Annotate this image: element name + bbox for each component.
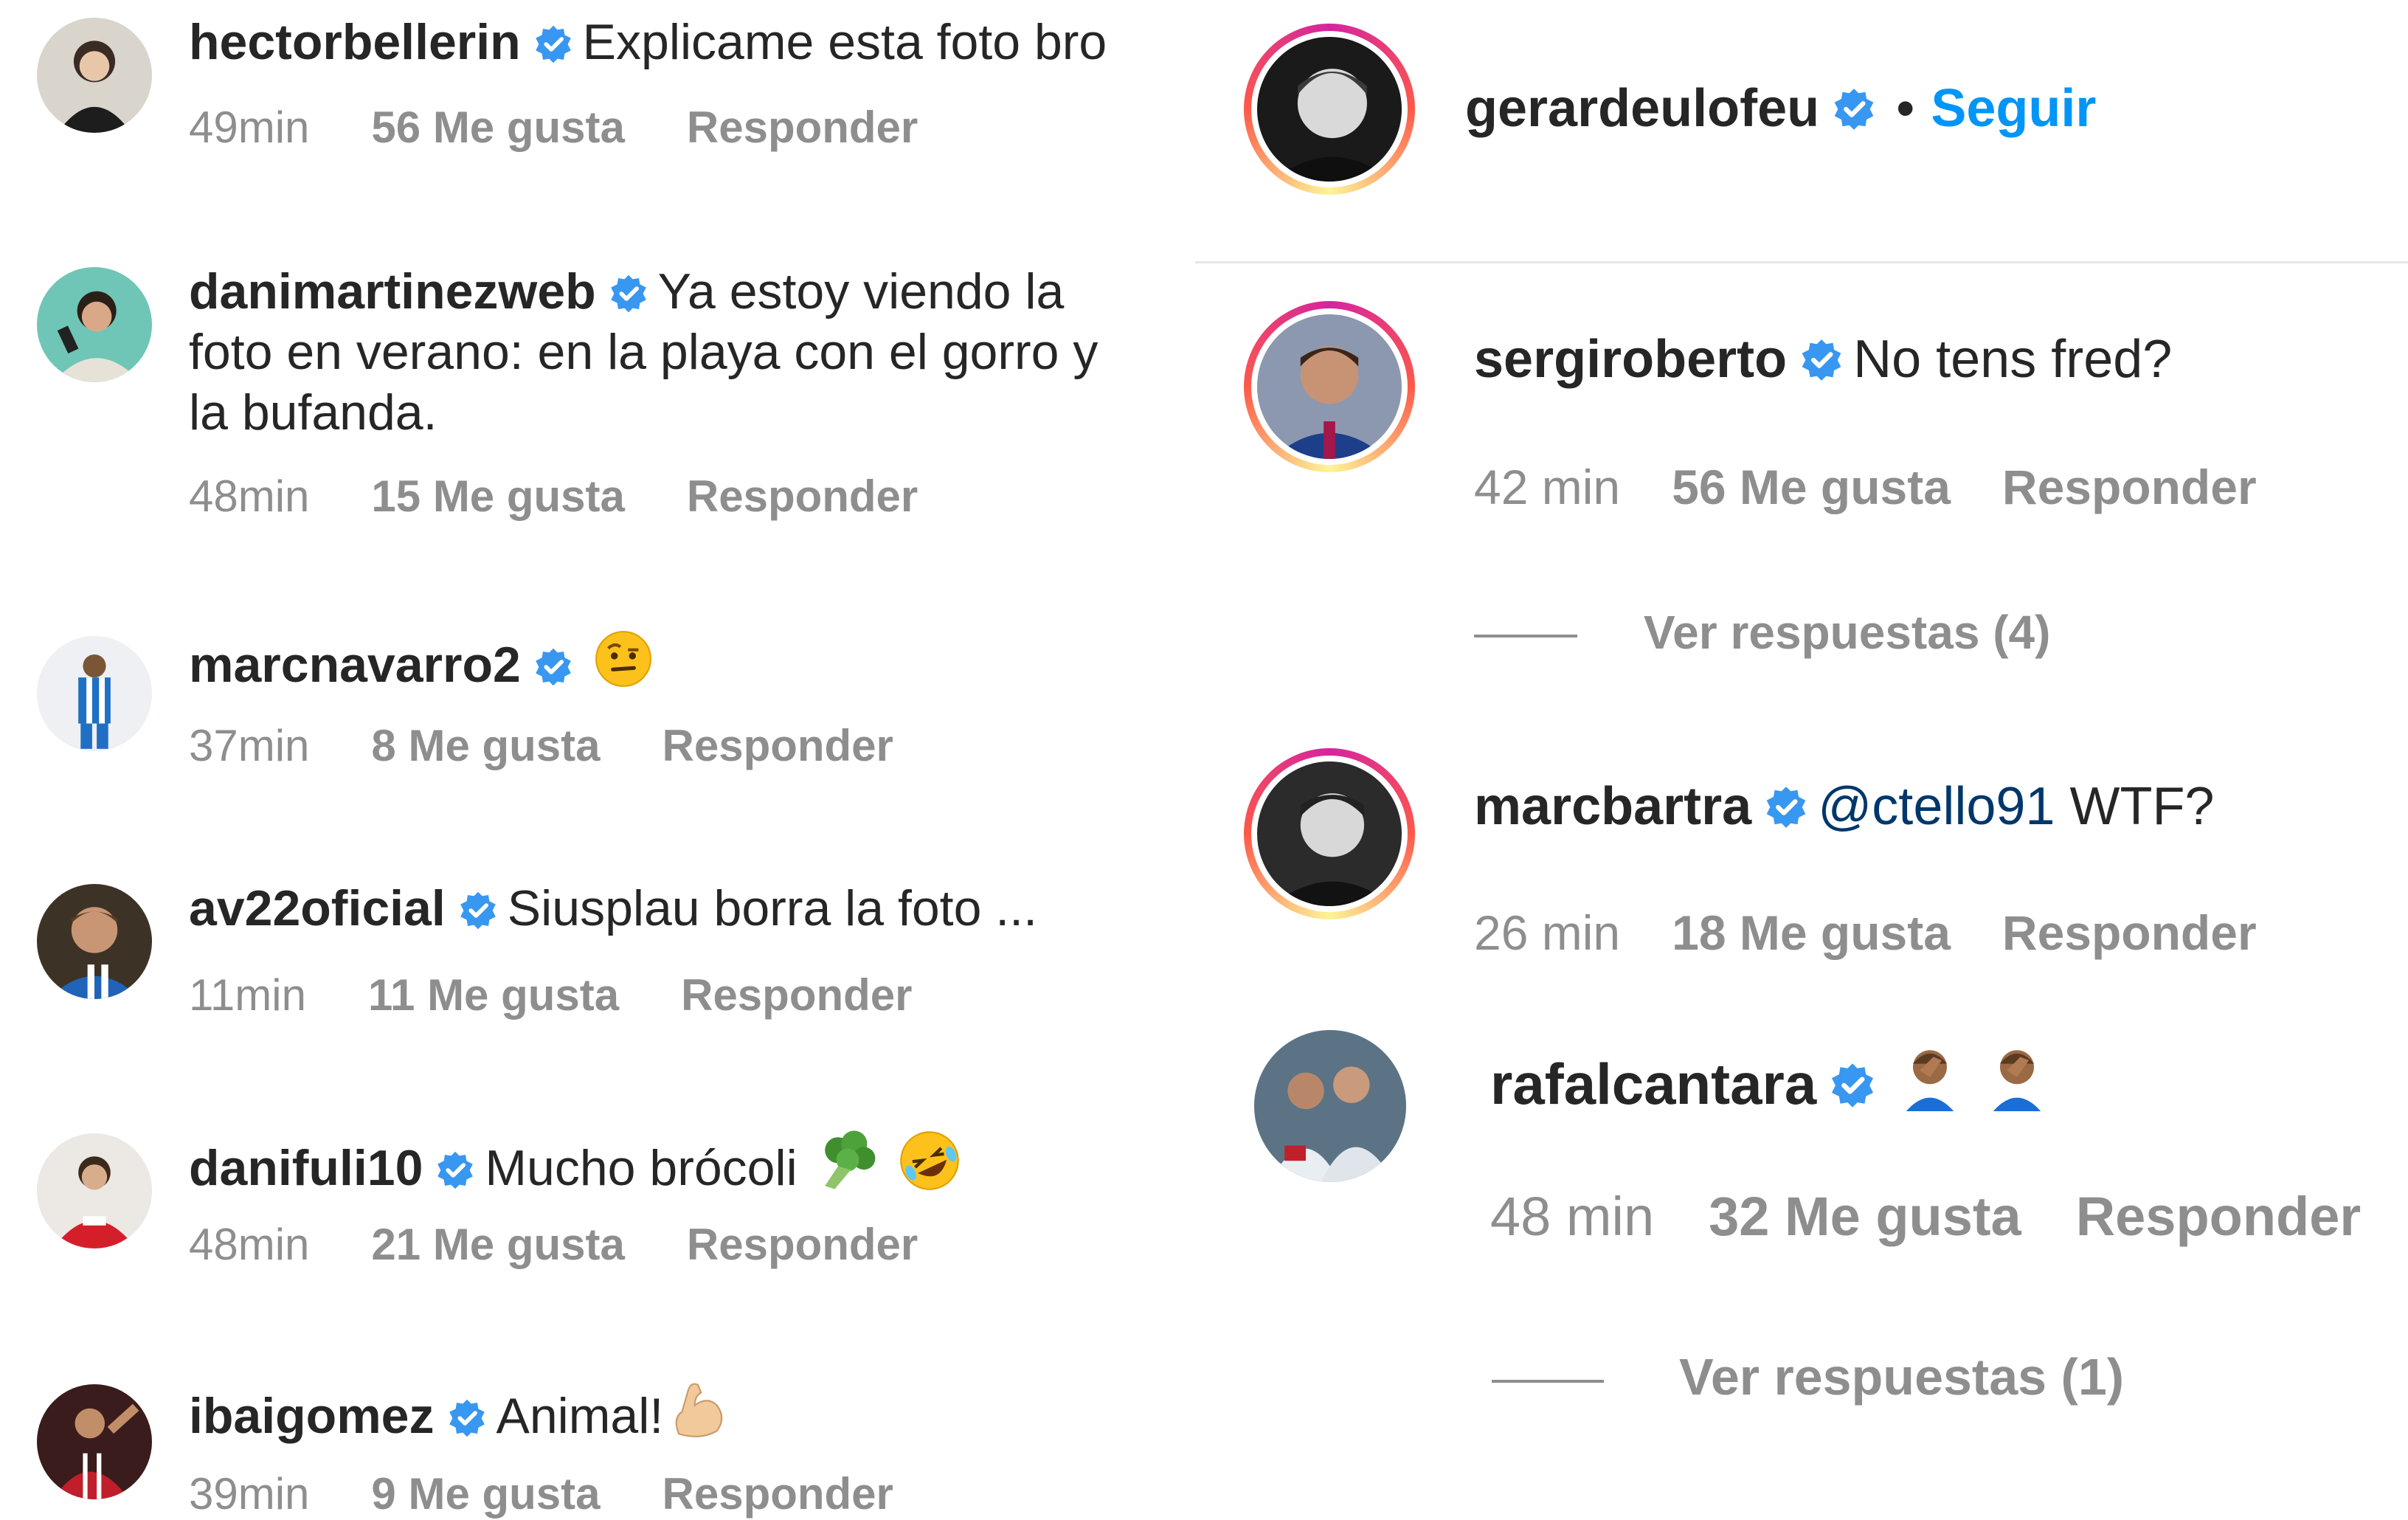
avatar[interactable] (37, 267, 152, 382)
comment-time: 49min (189, 103, 310, 152)
comment-time: 48 min (1490, 1186, 1655, 1247)
comment-time: 39min (189, 1469, 310, 1519)
right-comments-panel: gerardeulofeu • Seguir sergiroberto No tens… (1195, 0, 2408, 1520)
face-palm-icon (1896, 1043, 1964, 1111)
comment-text: Explicame esta foto bro (582, 14, 1107, 70)
broccoli-icon (815, 1127, 880, 1192)
avatar[interactable] (37, 1384, 152, 1499)
reply-button[interactable]: Responder (687, 1219, 918, 1270)
verified-badge-icon (1763, 784, 1809, 830)
verified-badge-icon (457, 890, 499, 931)
replies-dash (1474, 635, 1577, 638)
separator-dot: • (1896, 79, 1915, 138)
likes-count[interactable]: 18 Me gusta (1672, 905, 1951, 961)
post-author-username[interactable]: gerardeulofeu (1465, 79, 1819, 138)
verified-badge-icon (533, 24, 574, 65)
verified-badge-icon (608, 273, 649, 314)
avatar[interactable] (37, 18, 152, 133)
verified-badge-icon (1831, 86, 1877, 132)
username[interactable]: danimartinezweb (189, 263, 596, 319)
reply-button[interactable]: Responder (2002, 459, 2257, 515)
avatar[interactable] (37, 636, 152, 751)
comment-time: 37min (189, 721, 310, 770)
username[interactable]: rafalcantara (1490, 1051, 1816, 1116)
view-replies-button[interactable]: Ver respuestas (1) (1492, 1347, 2124, 1406)
comment-text-line2: foto en verano: en la playa con el gorro… (189, 324, 1099, 380)
rolling-laughing-face-icon (898, 1129, 961, 1192)
avatar[interactable] (1244, 748, 1415, 919)
replies-dash (1492, 1379, 1604, 1383)
reply-button[interactable]: Responder (687, 471, 918, 522)
username[interactable]: hectorbellerin (189, 14, 521, 70)
likes-count[interactable]: 56 Me gusta (371, 102, 624, 153)
reply-button[interactable]: Responder (662, 720, 893, 771)
comment-time: 42 min (1474, 460, 1621, 514)
comment-text: Siusplau borra la foto ... (507, 880, 1037, 936)
likes-count[interactable]: 56 Me gusta (1672, 459, 1951, 515)
view-replies-label: Ver respuestas (4) (1644, 606, 2051, 659)
mention-link[interactable]: @ctello91 (1818, 777, 2055, 836)
username[interactable]: marcbartra (1474, 777, 1751, 836)
verified-badge-icon (1799, 337, 1844, 383)
comment-text-line3: la bufanda. (189, 384, 437, 441)
avatar[interactable] (1244, 301, 1415, 472)
reply-button[interactable]: Responder (662, 1468, 893, 1519)
likes-count[interactable]: 32 Me gusta (1709, 1185, 2021, 1248)
reply-button[interactable]: Responder (2002, 905, 2257, 961)
username[interactable]: ibaigomez (189, 1388, 435, 1444)
avatar[interactable] (1254, 1030, 1406, 1182)
likes-count[interactable]: 21 Me gusta (371, 1219, 624, 1270)
reply-button[interactable]: Responder (687, 102, 918, 153)
username[interactable]: av22oficial (189, 880, 446, 936)
left-comments-panel: hectorbellerin Explicame esta foto bro 49… (0, 0, 1195, 1520)
reply-button[interactable]: Responder (2076, 1185, 2362, 1248)
comment-time: 48min (189, 471, 310, 521)
avatar[interactable] (1244, 24, 1415, 195)
comment-text: Mucho brócoli (485, 1140, 798, 1196)
view-replies-button[interactable]: Ver respuestas (4) (1474, 605, 2050, 660)
likes-count[interactable]: 9 Me gusta (371, 1468, 600, 1519)
verified-badge-icon (1828, 1061, 1877, 1110)
verified-badge-icon (435, 1150, 476, 1191)
avatar[interactable] (37, 884, 152, 999)
comment-text: No tens fred? (1853, 330, 2173, 389)
username[interactable]: danifuli10 (189, 1140, 423, 1196)
username[interactable]: sergiroberto (1474, 330, 1787, 389)
follow-button[interactable]: Seguir (1931, 79, 2096, 138)
comment-text: WTF? (2069, 777, 2215, 836)
header-divider (1195, 261, 2408, 263)
comment-text: Ya estoy viendo la (657, 263, 1065, 319)
verified-badge-icon (533, 646, 574, 688)
flexed-biceps-icon (666, 1377, 730, 1440)
reply-button[interactable]: Responder (681, 970, 912, 1020)
comment-time: 48min (189, 1220, 310, 1269)
comment-time: 26 min (1474, 905, 1621, 960)
view-replies-label: Ver respuestas (1) (1679, 1348, 2125, 1406)
avatar[interactable] (37, 1133, 152, 1248)
likes-count[interactable]: 15 Me gusta (371, 471, 624, 522)
face-palm-icon (1983, 1043, 2051, 1111)
likes-count[interactable]: 11 Me gusta (368, 970, 619, 1020)
username[interactable]: marcnavarro2 (189, 637, 521, 693)
comment-time: 11min (189, 970, 306, 1020)
likes-count[interactable]: 8 Me gusta (371, 720, 600, 771)
verified-badge-icon (446, 1398, 488, 1439)
raised-eyebrow-emoji-icon (593, 629, 654, 689)
comment-text: Animal! (496, 1388, 664, 1444)
